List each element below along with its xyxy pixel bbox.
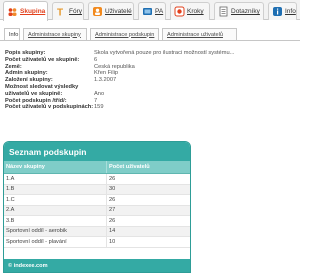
- column-header-name: Název skupiny: [6, 164, 45, 170]
- subgroup-name: Sportovní oddíl - aerobik: [6, 228, 67, 235]
- subtab-label: Administrace skupiny: [28, 31, 81, 38]
- table-row[interactable]: Sportovní oddíl - aerobik 14: [4, 226, 190, 237]
- column-header-count: Počet uživatelů: [106, 161, 190, 173]
- panel-footer: © indexee.com: [4, 259, 190, 272]
- info-value: 159: [94, 104, 104, 111]
- subgroup-name: 2.A: [6, 207, 15, 214]
- tab-info[interactable]: Info: [268, 2, 297, 20]
- table-row[interactable]: Sportovní oddíl - plavání 10: [4, 237, 190, 248]
- tab-label: PA: [155, 8, 164, 15]
- info-icon: [273, 7, 282, 16]
- tab-label: Info: [285, 8, 296, 15]
- tab-label: Dotazníky: [231, 8, 260, 15]
- info-row-track-results: Možnost sledovat výsledky: [5, 84, 295, 91]
- tab-skupina[interactable]: Skupina: [3, 1, 48, 21]
- info-label: Popis skupiny:: [5, 50, 46, 56]
- subgroup-count: 10: [106, 237, 190, 247]
- table-row[interactable]: 1.C 26: [4, 195, 190, 206]
- subtab-label: Info: [9, 31, 19, 38]
- brand-logo: © indexee.com: [8, 262, 48, 269]
- info-row-subgroup-users: Počet uživatelů v podskupinách: 159: [5, 104, 295, 111]
- tab-label: Fóry: [69, 8, 82, 15]
- panel-header: Seznam podskupin: [4, 142, 190, 161]
- subgroup-name: 3.B: [6, 217, 15, 224]
- group-icon: [8, 8, 17, 16]
- tab-kroky[interactable]: Kroky: [170, 2, 210, 20]
- tab-label: Kroky: [187, 8, 204, 15]
- info-label: Země:: [5, 63, 22, 70]
- table-header: Název skupiny Počet uživatelů: [4, 161, 190, 174]
- info-label: Počet uživatelů ve skupině:: [5, 56, 80, 63]
- subgroup-name: 1.A: [6, 175, 15, 182]
- info-row-country: Země: Česká republika: [5, 64, 295, 71]
- subgroup-name: Sportovní oddíl - plavání: [6, 238, 67, 245]
- subtab-label: Administrace podskupin: [95, 31, 155, 38]
- tab-label: Skupina: [20, 8, 46, 15]
- users-icon: [93, 7, 102, 16]
- info-label: uživatelů ve skupině:: [5, 90, 63, 97]
- subgroup-name: 1.B: [6, 186, 15, 193]
- subtab-divider: [0, 40, 300, 41]
- subgroup-count: 14: [106, 226, 190, 236]
- tab-uzivatele[interactable]: Uživatelé: [88, 2, 134, 20]
- tab-label: Uživatelé: [105, 8, 132, 15]
- info-row-description: Popis skupiny: Škola vytvořená pouze pro…: [5, 50, 295, 57]
- subgroup-name: 1.C: [6, 196, 15, 203]
- subgroups-panel: Seznam podskupin Název skupiny Počet uži…: [3, 141, 191, 273]
- info-value: 1.3.2007: [94, 77, 117, 84]
- subtab-label: Administrace uživatelů: [167, 31, 223, 38]
- info-row-admin: Admin skupiny: Křen Filip: [5, 70, 295, 77]
- info-label: Možnost sledovat výsledky: [5, 83, 79, 90]
- info-value: Ano: [94, 90, 105, 97]
- subgroup-count: 26: [106, 174, 190, 184]
- info-value: Křen Filip: [94, 70, 119, 77]
- info-row-track-results-cont: uživatelů ve skupině: Ano: [5, 91, 295, 98]
- table-row[interactable]: 2.A 27: [4, 205, 190, 216]
- subgroup-count: 26: [106, 195, 190, 205]
- pa-icon: [143, 8, 152, 15]
- tab-dotazniky[interactable]: Dotazníky: [214, 2, 264, 20]
- forum-icon: T: [57, 8, 63, 18]
- info-row-user-count: Počet uživatelů ve skupině: 6: [5, 57, 295, 64]
- panel-title: Seznam podskupin: [9, 146, 87, 157]
- info-value: 7: [94, 97, 98, 104]
- table-row[interactable]: 1.B 30: [4, 184, 190, 195]
- info-value: Škola vytvořená pouze pro ilustraci možn…: [94, 50, 235, 56]
- subgroup-count: 27: [106, 205, 190, 215]
- info-value: Česká republika: [94, 63, 135, 70]
- info-label: Admin skupiny:: [5, 70, 48, 77]
- tab-fory[interactable]: T Fóry: [52, 2, 84, 20]
- info-label: Založení skupiny:: [5, 77, 53, 84]
- subgroup-count: 26: [106, 216, 190, 226]
- subgroup-count: 30: [106, 184, 190, 194]
- svg-text:T: T: [57, 8, 63, 18]
- main-tab-bar: Skupina T Fóry Uživatelé PA Kroky Dotazn…: [0, 0, 300, 21]
- info-value: 6: [94, 56, 98, 63]
- steps-icon: [174, 6, 185, 17]
- table-row[interactable]: 3.B 26: [4, 216, 190, 227]
- table-row[interactable]: 1.A 26: [4, 174, 190, 185]
- info-row-created: Založení skupiny: 1.3.2007: [5, 77, 295, 84]
- questionnaire-icon: [219, 6, 228, 17]
- info-label: Počet uživatelů v podskupinách:: [5, 104, 94, 111]
- tab-pa[interactable]: PA: [138, 2, 166, 20]
- group-info: Popis skupiny: Škola vytvořená pouze pro…: [5, 50, 295, 111]
